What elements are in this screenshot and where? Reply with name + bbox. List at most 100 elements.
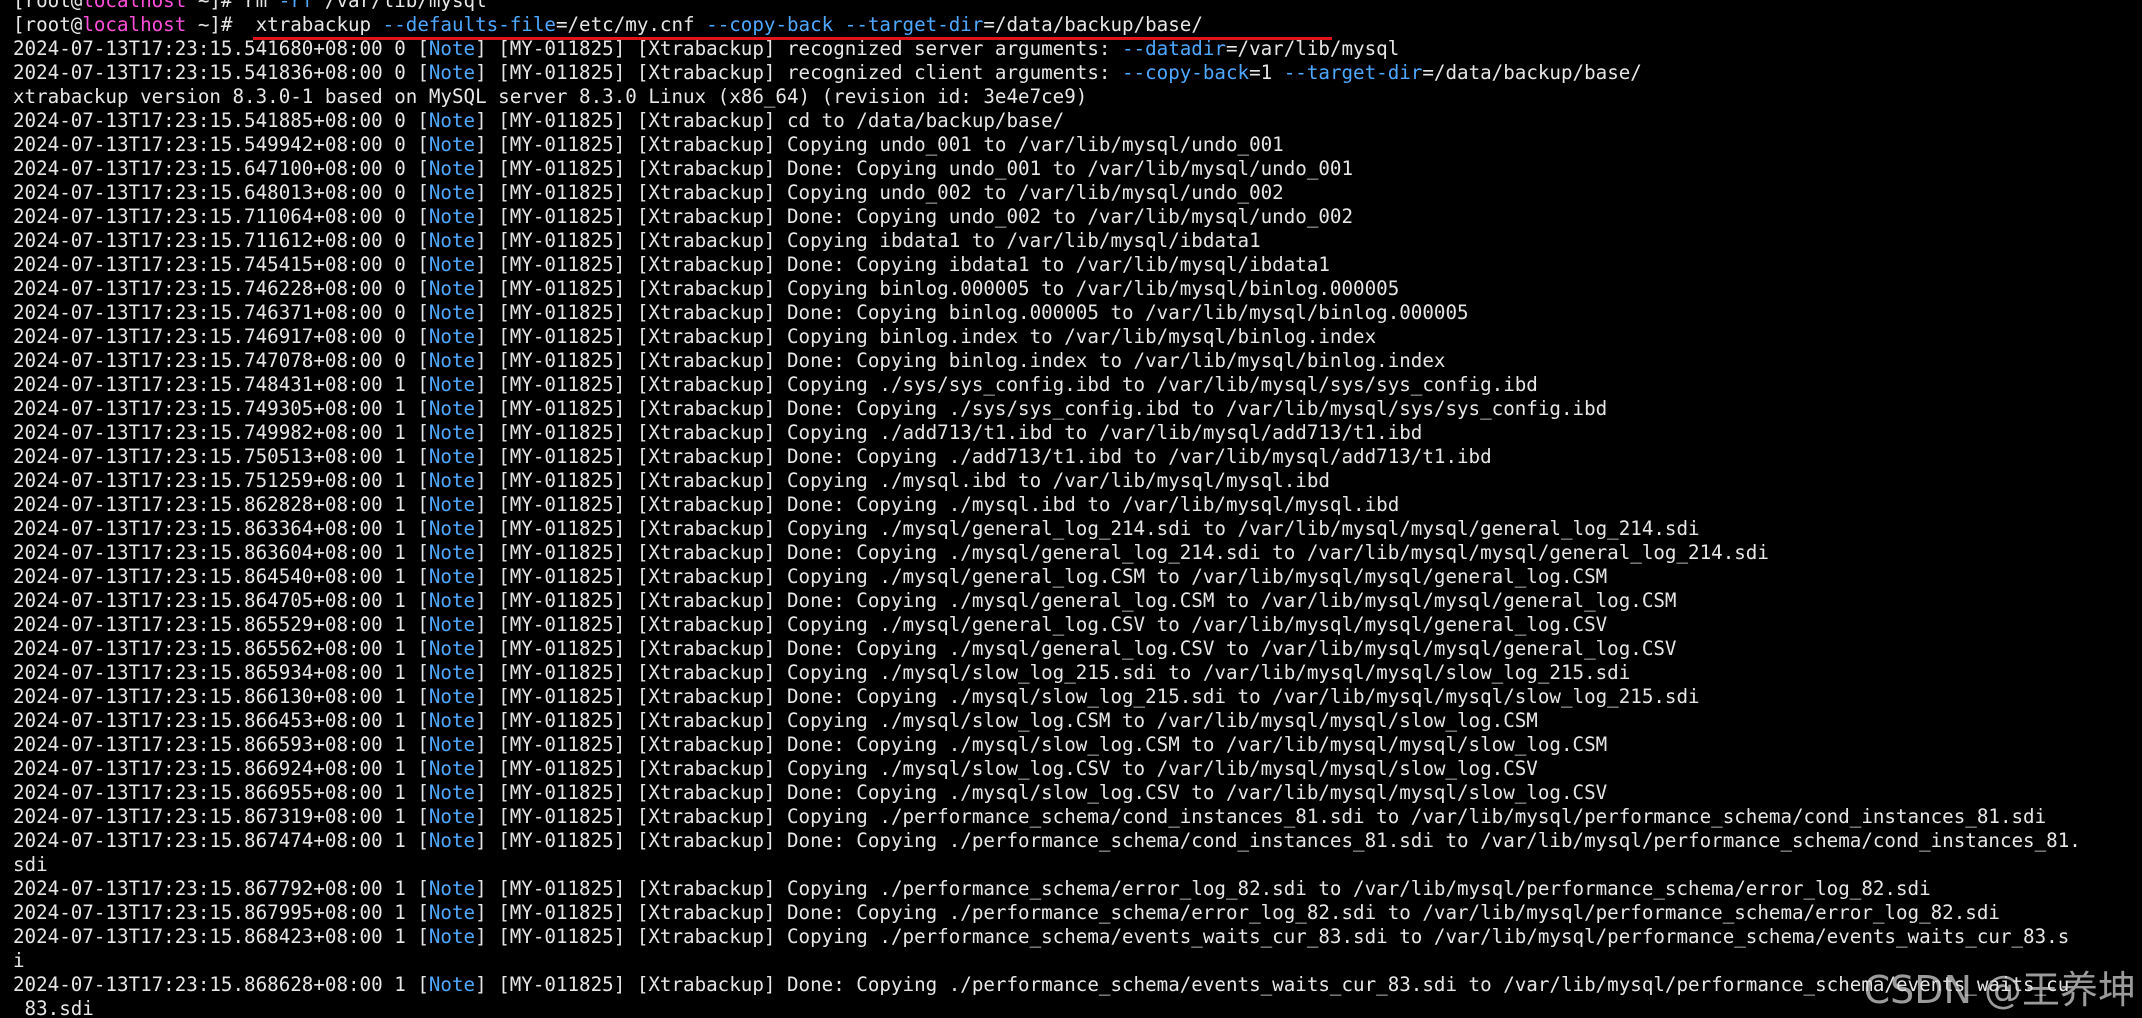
terminal-window[interactable]: [root@localhost ~]# rm -rf /var/lib/mysq… — [0, 0, 2142, 1018]
note-tag: Note — [428, 277, 476, 300]
line-text: ] [MY-011825] [Xtrabackup] Done: Copying… — [475, 685, 1700, 708]
line-text: ] [MY-011825] [Xtrabackup] Done: Copying… — [475, 733, 1608, 756]
note-tag: Note — [428, 661, 476, 684]
note-tag: Note — [428, 637, 476, 660]
terminal-line: 2024-07-13T17:23:15.541836+08:00 0 [Note… — [13, 61, 2139, 85]
terminal-line: 2024-07-13T17:23:15.746228+08:00 0 [Note… — [13, 277, 2139, 301]
line-text: 2024-07-13T17:23:15.867995+08:00 1 [ — [13, 901, 429, 924]
option-flag: --datadir — [1122, 37, 1226, 60]
command-highlight-underline — [253, 37, 1332, 40]
terminal-line: 2024-07-13T17:23:15.865562+08:00 1 [Note… — [13, 637, 2139, 661]
line-text: 2024-07-13T17:23:15.868423+08:00 1 [ — [13, 925, 429, 948]
terminal-line: 2024-07-13T17:23:15.748431+08:00 1 [Note… — [13, 373, 2139, 397]
terminal-line: xtrabackup version 8.3.0-1 based on MySQ… — [13, 85, 2139, 109]
line-text: 2024-07-13T17:23:15.866924+08:00 1 [ — [13, 757, 429, 780]
terminal-line: 2024-07-13T17:23:15.863604+08:00 1 [Note… — [13, 541, 2139, 565]
line-text: 2024-07-13T17:23:15.868628+08:00 1 [ — [13, 973, 429, 996]
line-text: 2024-07-13T17:23:15.867792+08:00 1 [ — [13, 877, 429, 900]
terminal-line: 2024-07-13T17:23:15.867474+08:00 1 [Note… — [13, 829, 2139, 853]
note-tag: Note — [428, 613, 476, 636]
line-text: 2024-07-13T17:23:15.866453+08:00 1 [ — [13, 709, 429, 732]
line-text: ] [MY-011825] [Xtrabackup] Done: Copying… — [475, 901, 2000, 924]
line-text: ] [MY-011825] [Xtrabackup] Done: Copying… — [475, 157, 1354, 180]
note-tag: Note — [428, 709, 476, 732]
line-text: 2024-07-13T17:23:15.749305+08:00 1 [ — [13, 397, 429, 420]
line-text: ] [MY-011825] [Xtrabackup] Done: Copying… — [475, 349, 1446, 372]
note-tag: Note — [428, 541, 476, 564]
option-flag: --copy-back — [1122, 61, 1250, 84]
line-text: ] [MY-011825] [Xtrabackup] Done: Copying… — [475, 589, 1677, 612]
note-tag: Note — [428, 733, 476, 756]
line-text: ] [MY-011825] [Xtrabackup] recognized cl… — [475, 61, 1122, 84]
terminal-line: 2024-07-13T17:23:15.865934+08:00 1 [Note… — [13, 661, 2139, 685]
line-text: ] [MY-011825] [Xtrabackup] Copying ./mys… — [475, 661, 1631, 684]
line-text: =/var/lib/mysql — [1225, 37, 1400, 60]
note-tag: Note — [428, 133, 476, 156]
line-text: 2024-07-13T17:23:15.867474+08:00 1 [ — [13, 829, 429, 852]
line-text: 2024-07-13T17:23:15.747078+08:00 0 [ — [13, 349, 429, 372]
line-text: ~]# xtrabackup — [186, 13, 383, 36]
line-text: 2024-07-13T17:23:15.865562+08:00 1 [ — [13, 637, 429, 660]
line-text: 2024-07-13T17:23:15.865529+08:00 1 [ — [13, 613, 429, 636]
line-text: [root@ — [13, 0, 83, 12]
terminal-line: 2024-07-13T17:23:15.746371+08:00 0 [Note… — [13, 301, 2139, 325]
line-text: ] [MY-011825] [Xtrabackup] Done: Copying… — [475, 253, 1330, 276]
line-text: ] [MY-011825] [Xtrabackup] Copying ./add… — [475, 421, 1423, 444]
note-tag: Note — [428, 253, 476, 276]
terminal-line: 2024-07-13T17:23:15.868628+08:00 1 [Note… — [13, 973, 2139, 997]
terminal-line: 2024-07-13T17:23:15.749305+08:00 1 [Note… — [13, 397, 2139, 421]
line-text: sdi — [13, 853, 48, 876]
line-text: 2024-07-13T17:23:15.863364+08:00 1 [ — [13, 517, 429, 540]
line-text: xtrabackup version 8.3.0-1 based on MySQ… — [13, 85, 1088, 108]
note-tag: Note — [428, 925, 476, 948]
prompt-line: [root@localhost ~]# xtrabackup --default… — [13, 13, 2139, 37]
line-text: =/data/backup/base/ — [1422, 61, 1642, 84]
line-text: ] [MY-011825] [Xtrabackup] Copying ./mys… — [475, 469, 1330, 492]
hostname-text: localhost — [82, 13, 187, 36]
note-tag: Note — [428, 301, 476, 324]
line-text: ~]# rm — [186, 0, 279, 12]
terminal-line: 2024-07-13T17:23:15.647100+08:00 0 [Note… — [13, 157, 2139, 181]
terminal-line: 2024-07-13T17:23:15.541680+08:00 0 [Note… — [13, 37, 2139, 61]
note-tag: Note — [428, 517, 476, 540]
line-text: =/data/backup/base/ — [983, 13, 1203, 36]
note-tag: Note — [428, 421, 476, 444]
terminal-line: 2024-07-13T17:23:15.747078+08:00 0 [Note… — [13, 349, 2139, 373]
terminal-line: _83.sdi — [13, 997, 2139, 1018]
line-text: ] [MY-011825] [Xtrabackup] Done: Copying… — [475, 829, 2081, 852]
line-text: 2024-07-13T17:23:15.746371+08:00 0 [ — [13, 301, 429, 324]
note-tag: Note — [428, 445, 476, 468]
line-text: ] [MY-011825] [Xtrabackup] Copying ./mys… — [475, 613, 1608, 636]
note-tag: Note — [428, 373, 476, 396]
note-tag: Note — [428, 61, 476, 84]
line-text: ] [MY-011825] [Xtrabackup] Done: Copying… — [475, 205, 1354, 228]
note-tag: Note — [428, 685, 476, 708]
line-text: 2024-07-13T17:23:15.648013+08:00 0 [ — [13, 181, 429, 204]
line-text: ] [MY-011825] [Xtrabackup] Copying ./per… — [475, 877, 1931, 900]
terminal-line: 2024-07-13T17:23:15.867319+08:00 1 [Note… — [13, 805, 2139, 829]
csdn-watermark: CSDN @王养坤 — [1863, 968, 2136, 1012]
terminal-line: 2024-07-13T17:23:15.749982+08:00 1 [Note… — [13, 421, 2139, 445]
line-text: 2024-07-13T17:23:15.866130+08:00 1 [ — [13, 685, 429, 708]
line-text: ] [MY-011825] [Xtrabackup] Copying ./mys… — [475, 757, 1538, 780]
line-text — [833, 13, 845, 36]
note-tag: Note — [428, 349, 476, 372]
hostname-text: localhost — [82, 0, 187, 12]
line-text: 2024-07-13T17:23:15.862828+08:00 1 [ — [13, 493, 429, 516]
terminal-line: 2024-07-13T17:23:15.541885+08:00 0 [Note… — [13, 109, 2139, 133]
line-text: ] [MY-011825] [Xtrabackup] Copying ibdat… — [475, 229, 1261, 252]
note-tag: Note — [428, 37, 476, 60]
prompt-line: [root@localhost ~]# rm -rf /var/lib/mysq… — [13, 0, 2139, 13]
line-text: 2024-07-13T17:23:15.749982+08:00 1 [ — [13, 421, 429, 444]
note-tag: Note — [428, 781, 476, 804]
terminal-line: 2024-07-13T17:23:15.868423+08:00 1 [Note… — [13, 925, 2139, 949]
terminal-line: 2024-07-13T17:23:15.750513+08:00 1 [Note… — [13, 445, 2139, 469]
line-text: 2024-07-13T17:23:15.745415+08:00 0 [ — [13, 253, 429, 276]
terminal-line: 2024-07-13T17:23:15.866955+08:00 1 [Note… — [13, 781, 2139, 805]
line-text: 2024-07-13T17:23:15.647100+08:00 0 [ — [13, 157, 429, 180]
line-text: ] [MY-011825] [Xtrabackup] Copying ./sys… — [475, 373, 1538, 396]
line-text: 2024-07-13T17:23:15.541680+08:00 0 [ — [13, 37, 429, 60]
terminal-line: sdi — [13, 853, 2139, 877]
note-tag: Note — [428, 205, 476, 228]
line-text: 2024-07-13T17:23:15.864705+08:00 1 [ — [13, 589, 429, 612]
